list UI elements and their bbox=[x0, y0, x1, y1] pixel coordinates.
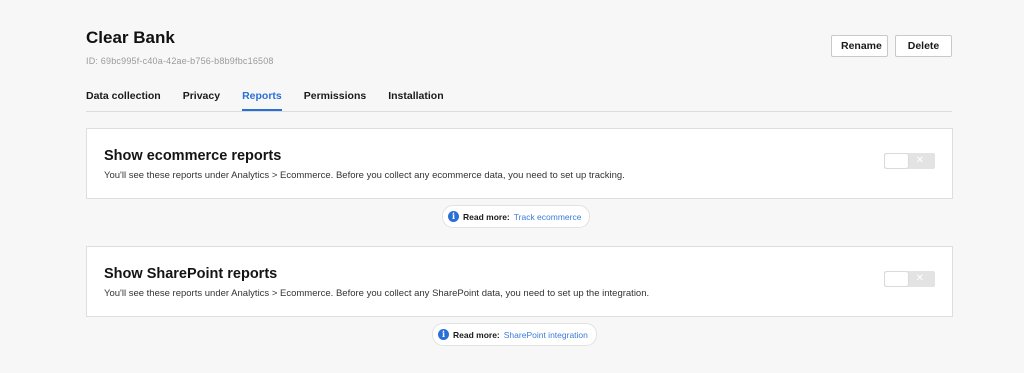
sharepoint-reports-card: Show SharePoint reports You'll see these… bbox=[86, 246, 953, 317]
toggle-knob bbox=[885, 272, 908, 286]
close-icon: ✕ bbox=[915, 273, 924, 284]
settings-tabs: Data collection Privacy Reports Permissi… bbox=[86, 89, 952, 112]
sharepoint-reports-description: You'll see these reports under Analytics… bbox=[104, 288, 650, 299]
read-more-label: Read more: bbox=[463, 211, 510, 222]
read-more-label: Read more: bbox=[453, 329, 500, 340]
site-id: ID: 69bc995f-c40a-42ae-b756-b8b9fbc16508 bbox=[86, 56, 274, 66]
tab-privacy[interactable]: Privacy bbox=[183, 89, 220, 110]
sharepoint-reports-title: Show SharePoint reports bbox=[104, 266, 278, 282]
info-icon: i bbox=[448, 211, 459, 222]
sharepoint-read-more: i Read more: SharePoint integration bbox=[432, 323, 597, 346]
toggle-knob bbox=[885, 154, 908, 168]
delete-button[interactable]: Delete bbox=[895, 35, 952, 57]
track-ecommerce-link[interactable]: Track ecommerce bbox=[514, 212, 582, 222]
tab-permissions[interactable]: Permissions bbox=[304, 89, 366, 110]
page-actions: Rename Delete bbox=[831, 35, 952, 57]
ecommerce-reports-title: Show ecommerce reports bbox=[104, 148, 282, 164]
sharepoint-integration-link[interactable]: SharePoint integration bbox=[504, 330, 588, 340]
ecommerce-reports-card: Show ecommerce reports You'll see these … bbox=[86, 128, 953, 199]
info-icon: i bbox=[438, 329, 449, 340]
tab-installation[interactable]: Installation bbox=[388, 89, 443, 110]
close-icon: ✕ bbox=[915, 155, 924, 166]
ecommerce-reports-toggle[interactable]: ✕ bbox=[884, 153, 935, 169]
rename-button[interactable]: Rename bbox=[831, 35, 888, 57]
page-title: Clear Bank bbox=[86, 28, 175, 47]
ecommerce-read-more: i Read more: Track ecommerce bbox=[442, 205, 591, 228]
tab-reports[interactable]: Reports bbox=[242, 89, 282, 111]
tab-data-collection[interactable]: Data collection bbox=[86, 89, 161, 110]
ecommerce-reports-description: You'll see these reports under Analytics… bbox=[104, 170, 625, 181]
sharepoint-reports-toggle[interactable]: ✕ bbox=[884, 271, 935, 287]
